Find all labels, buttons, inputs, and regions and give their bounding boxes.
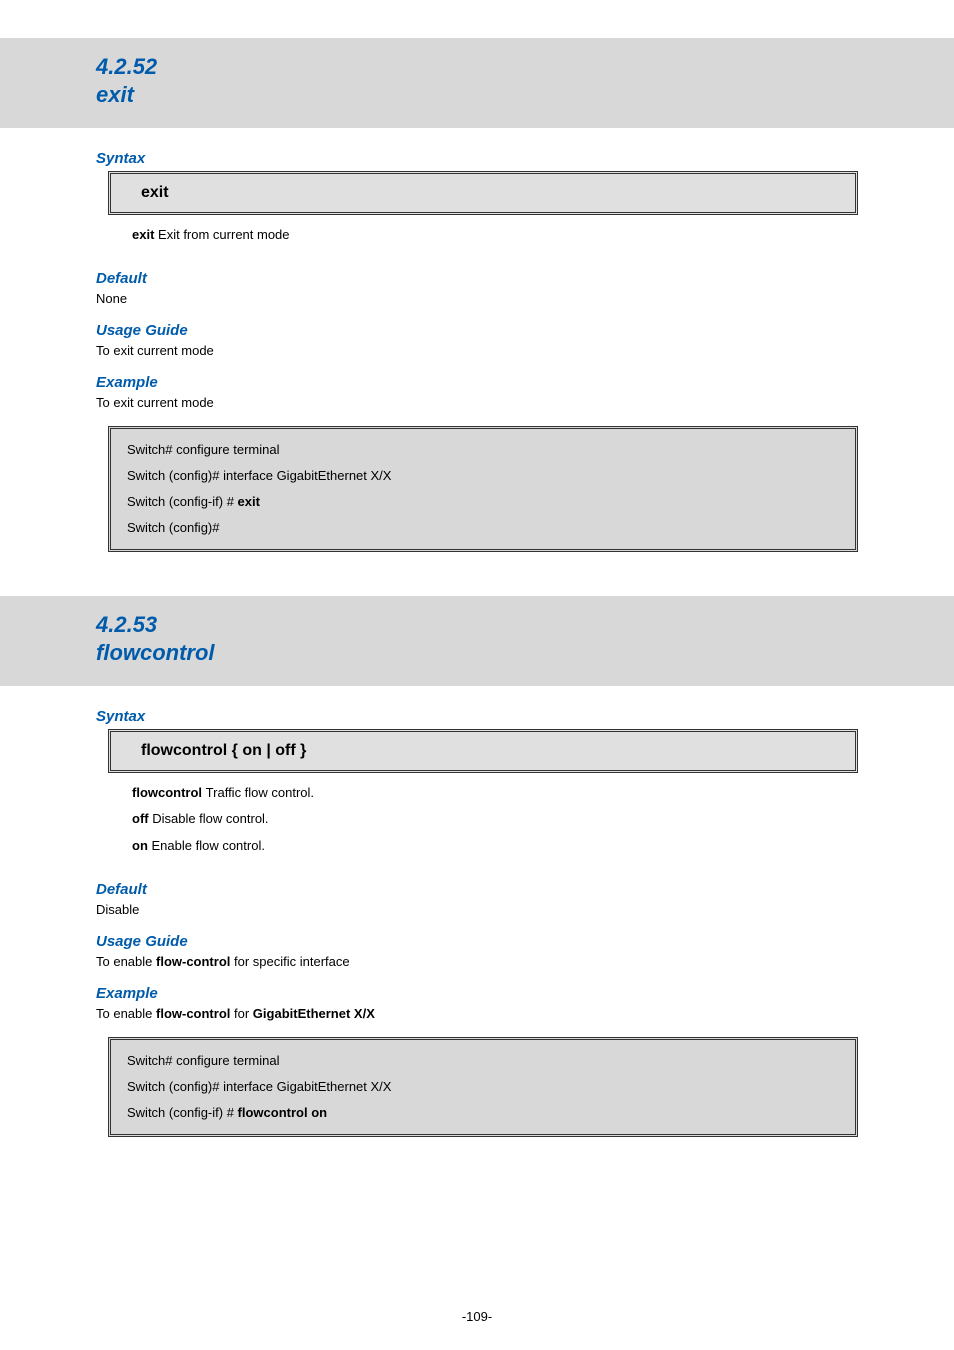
usage-bold: flow-control xyxy=(156,954,230,969)
param-key: flowcontrol xyxy=(132,785,206,800)
usage-heading: Usage Guide xyxy=(96,933,858,950)
param-key: exit xyxy=(132,227,154,242)
usage-text: To enable flow-control for specific inte… xyxy=(96,954,858,969)
page-number: -109- xyxy=(0,1309,954,1324)
section-number: 4.2.53 xyxy=(96,612,858,638)
code-line: Switch# configure terminal xyxy=(127,1048,839,1074)
code-block: Switch# configure terminal Switch (confi… xyxy=(108,1037,858,1137)
default-text: Disable xyxy=(96,902,858,917)
ex-bold2: GigabitEthernet X/X xyxy=(253,1006,375,1021)
code-block: Switch# configure terminal Switch (confi… xyxy=(108,426,858,552)
syntax-box: exit xyxy=(108,171,858,215)
usage-post: for specific interface xyxy=(230,954,349,969)
code-line: Switch (config-if) # flowcontrol on xyxy=(127,1100,839,1126)
code-prefix: Switch (config-if) # xyxy=(127,494,238,509)
syntax-box: flowcontrol { on | off } xyxy=(108,729,858,773)
syntax-heading: Syntax xyxy=(96,150,858,167)
param-desc: Enable flow control. xyxy=(152,838,265,853)
code-prefix: Switch (config-if) # xyxy=(127,1105,238,1120)
param-line: on Enable flow control. xyxy=(132,834,858,859)
usage-pre: To enable xyxy=(96,954,156,969)
syntax-text: flowcontrol { on | off } xyxy=(141,742,306,759)
default-text: None xyxy=(96,291,858,306)
code-line: Switch# configure terminal xyxy=(127,437,839,463)
usage-heading: Usage Guide xyxy=(96,322,858,339)
ex-pre: To enable xyxy=(96,1006,156,1021)
example-heading: Example xyxy=(96,374,858,391)
code-command: flowcontrol on xyxy=(238,1105,328,1120)
page: 4.2.52 exit Syntax exit exit Exit from c… xyxy=(0,0,954,1350)
default-heading: Default xyxy=(96,270,858,287)
usage-text: To exit current mode xyxy=(96,343,858,358)
syntax-text: exit xyxy=(141,184,169,201)
example-heading: Example xyxy=(96,985,858,1002)
example-text: To enable flow-control for GigabitEthern… xyxy=(96,1006,858,1021)
param-desc: Disable flow control. xyxy=(152,811,268,826)
section-header-exit: 4.2.52 exit xyxy=(0,38,954,128)
code-line: Switch (config)# interface GigabitEthern… xyxy=(127,463,839,489)
param-key: off xyxy=(132,811,152,826)
code-line: Switch (config-if) # exit xyxy=(127,489,839,515)
syntax-heading: Syntax xyxy=(96,708,858,725)
param-key: on xyxy=(132,838,152,853)
param-line: off Disable flow control. xyxy=(132,807,858,832)
code-line: Switch (config)# xyxy=(127,515,839,541)
code-command: exit xyxy=(238,494,260,509)
section-title: flowcontrol xyxy=(96,640,858,666)
param-desc: Exit from current mode xyxy=(158,227,290,242)
example-text: To exit current mode xyxy=(96,395,858,410)
section-title: exit xyxy=(96,82,858,108)
code-line: Switch (config)# interface GigabitEthern… xyxy=(127,1074,839,1100)
section-header-flowcontrol: 4.2.53 flowcontrol xyxy=(0,596,954,686)
ex-mid: for xyxy=(230,1006,252,1021)
param-desc: Traffic flow control. xyxy=(206,785,314,800)
default-heading: Default xyxy=(96,881,858,898)
ex-bold: flow-control xyxy=(156,1006,230,1021)
param-line: exit Exit from current mode xyxy=(132,223,858,248)
section-number: 4.2.52 xyxy=(96,54,858,80)
param-line: flowcontrol Traffic flow control. xyxy=(132,781,858,806)
